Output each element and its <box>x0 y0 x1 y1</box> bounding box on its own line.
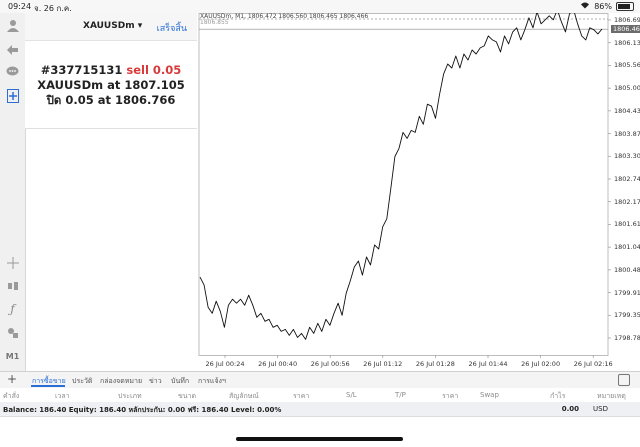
collapse-panel-icon[interactable] <box>618 374 630 386</box>
col-tp: T/P <box>395 391 406 399</box>
col-comment: หมายเหตุ <box>597 392 626 400</box>
x-tick-label: 26 Jul 01:44 <box>468 360 508 368</box>
timeframe-button[interactable]: M1 <box>4 348 21 365</box>
objects-icon[interactable] <box>4 277 21 294</box>
y-tick-label: 1804.435 <box>614 106 640 115</box>
done-button[interactable]: เสร็จสิ้น <box>157 21 187 35</box>
account-currency: USD <box>593 405 608 413</box>
balance-row: Balance: 186.40 Equity: 186.40 หลักประกั… <box>0 402 640 417</box>
symbol-selector[interactable]: XAUUSDm ▾ <box>83 21 142 31</box>
trade-table-header: คำสั่ง เวลา ประเภท ขนาด สัญลักษณ์ ราคา S… <box>0 388 640 403</box>
y-tick-label: 1802.740 <box>614 175 640 183</box>
order-ticket-line: #337715131 sell 0.05 <box>25 63 197 78</box>
shapes-icon[interactable] <box>4 324 21 341</box>
tab-journal[interactable]: บันทึก <box>171 376 189 387</box>
col-volume: ขนาด <box>178 392 197 400</box>
y-tick-label: 1801.045 <box>614 243 640 252</box>
x-tick-label: 26 Jul 01:12 <box>363 360 403 368</box>
order-panel: XAUUSDm ▾ เสร็จสิ้น #337715131 sell 0.05… <box>25 13 197 129</box>
status-time: 09:24 <box>8 2 32 11</box>
col-price: ราคา <box>293 392 310 400</box>
order-close-line: ปิด 0.05 at 1806.766 <box>25 93 197 108</box>
x-tick-label: 26 Jul 02:16 <box>573 360 613 368</box>
tab-news[interactable]: ข่าว <box>149 376 162 387</box>
col-swap: Swap <box>480 391 499 399</box>
order-close-prefix: ปิด 0.05 at <box>46 93 111 107</box>
y-tick-label: 1802.175 <box>614 197 640 206</box>
col-sl: S/L <box>346 391 357 399</box>
y-tick-label: 1803.870 <box>614 129 640 138</box>
battery-icon <box>616 1 634 11</box>
home-indicator <box>236 437 403 441</box>
order-open-line: XAUUSDm at 1807.105 <box>25 78 197 93</box>
col-time: เวลา <box>55 392 70 400</box>
price-chart[interactable]: XAUUSDm, M1, 1806.472 1806.560 1806.465 … <box>197 13 640 371</box>
crosshair-icon[interactable] <box>4 254 21 271</box>
left-toolbar: ƒ M1 <box>0 13 26 371</box>
col-order: คำสั่ง <box>3 392 20 400</box>
col-type: ประเภท <box>118 392 142 400</box>
order-open-price: 1807.105 <box>124 78 185 92</box>
new-order-icon[interactable] <box>4 87 21 104</box>
y-tick-label: 1799.915 <box>614 288 640 297</box>
price-line <box>199 13 603 340</box>
chevron-down-icon: ▾ <box>137 21 143 31</box>
y-tick-label: 1806.695 <box>614 16 640 24</box>
order-open-symbol: XAUUSDm at <box>37 78 121 92</box>
active-tab-indicator <box>31 385 65 387</box>
tab-history[interactable]: ประวัติ <box>72 376 92 387</box>
plot-frame <box>198 13 609 356</box>
y-tick-label: 1806.130 <box>614 38 640 47</box>
chart-marker-label: 1806.855 <box>200 19 229 26</box>
balance-summary: Balance: 186.40 Equity: 186.40 หลักประกั… <box>3 406 282 414</box>
y-tick-label: 1805.000 <box>614 84 640 93</box>
order-close-price: 1806.766 <box>115 93 176 107</box>
status-right: 86% <box>580 1 634 11</box>
col-profit: กำไร <box>550 392 566 400</box>
tab-alerts[interactable]: การแจ้งฯ <box>198 376 226 387</box>
indicators-icon[interactable]: ƒ <box>4 300 21 317</box>
y-tick-label: 1801.610 <box>614 220 640 229</box>
order-action: sell 0.05 <box>126 63 182 77</box>
y-tick-label: 1800.480 <box>614 265 640 274</box>
chat-icon[interactable] <box>4 63 21 80</box>
current-price-label: 1806.466 <box>611 25 640 34</box>
x-tick-label: 26 Jul 01:28 <box>415 360 455 368</box>
col-current-price: ราคา <box>442 392 459 400</box>
y-tick-label: 1803.305 <box>614 152 640 161</box>
battery-percent: 86% <box>594 1 612 11</box>
col-symbol: สัญลักษณ์ <box>229 392 259 400</box>
x-tick-label: 26 Jul 00:40 <box>258 360 298 368</box>
y-tick-label: 1798.785 <box>614 334 640 342</box>
x-tick-label: 26 Jul 00:24 <box>205 360 245 368</box>
wifi-icon <box>580 1 590 11</box>
x-tick-label: 26 Jul 02:00 <box>521 360 561 368</box>
account-icon[interactable] <box>4 17 21 34</box>
terminal-tabs: + การซื้อขาย ประวัติ กล่องจดหมาย ข่าว บั… <box>0 371 640 389</box>
y-tick-label: 1805.565 <box>614 61 640 70</box>
tab-mailbox[interactable]: กล่องจดหมาย <box>100 376 142 387</box>
symbol-label: XAUUSDm <box>83 21 135 31</box>
x-tick-label: 26 Jul 00:56 <box>310 360 350 368</box>
status-bar: 09:24 จ. 26 ก.ค. 86% <box>0 0 640 13</box>
total-profit: 0.00 <box>561 405 579 413</box>
trade-arrows-icon[interactable] <box>4 40 21 57</box>
order-ticket: #337715131 <box>40 63 123 77</box>
chart-canvas <box>198 13 611 358</box>
y-tick-label: 1799.350 <box>614 311 640 320</box>
order-panel-header: XAUUSDm ▾ เสร็จสิ้น <box>25 13 197 41</box>
add-icon[interactable]: + <box>7 372 17 386</box>
